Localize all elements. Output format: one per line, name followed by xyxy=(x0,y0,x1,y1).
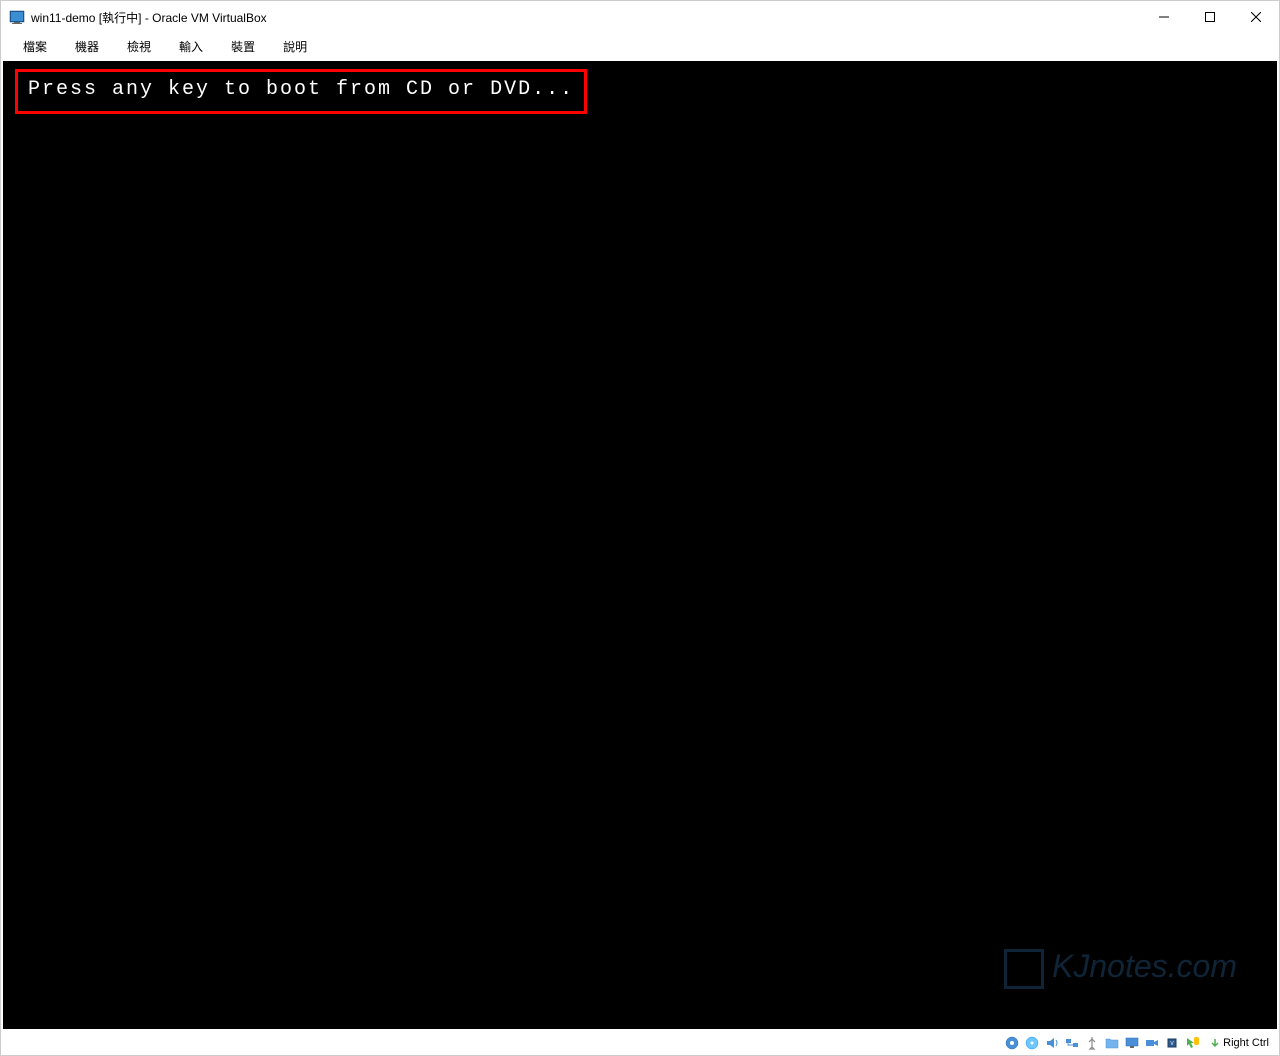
harddisk-icon[interactable] xyxy=(1003,1034,1021,1052)
close-button[interactable] xyxy=(1233,1,1279,33)
host-key-indicator[interactable]: Right Ctrl xyxy=(1203,1037,1275,1049)
maximize-button[interactable] xyxy=(1187,1,1233,33)
menu-view[interactable]: 檢視 xyxy=(113,34,165,59)
audio-icon[interactable] xyxy=(1043,1034,1061,1052)
boot-message: Press any key to boot from CD or DVD... xyxy=(28,78,574,101)
optical-disk-icon[interactable] xyxy=(1023,1034,1041,1052)
cpu-icon[interactable]: V xyxy=(1163,1034,1181,1052)
menu-help[interactable]: 說明 xyxy=(269,34,321,59)
mouse-integration-icon[interactable] xyxy=(1183,1034,1201,1052)
vm-display[interactable]: Press any key to boot from CD or DVD... … xyxy=(1,59,1279,1031)
host-key-label: Right Ctrl xyxy=(1223,1037,1269,1049)
watermark-text: KJnotes.com xyxy=(1052,948,1237,984)
window-controls xyxy=(1141,1,1279,33)
statusbar: V Right Ctrl xyxy=(1,1031,1279,1055)
menu-machine[interactable]: 機器 xyxy=(61,34,113,59)
menu-input[interactable]: 輸入 xyxy=(165,34,217,59)
recording-icon[interactable] xyxy=(1143,1034,1161,1052)
window-title: win11-demo [執行中] - Oracle VM VirtualBox xyxy=(31,9,1141,26)
shared-folders-icon[interactable] xyxy=(1103,1034,1121,1052)
menu-devices[interactable]: 裝置 xyxy=(217,34,269,59)
usb-icon[interactable] xyxy=(1083,1034,1101,1052)
watermark-icon xyxy=(1004,949,1044,989)
minimize-button[interactable] xyxy=(1141,1,1187,33)
virtualbox-window: win11-demo [執行中] - Oracle VM VirtualBox … xyxy=(0,0,1280,1056)
menu-file[interactable]: 檔案 xyxy=(9,34,61,59)
watermark: KJnotes.com xyxy=(1004,948,1237,989)
virtualbox-app-icon xyxy=(9,9,25,25)
arrow-down-icon xyxy=(1209,1037,1221,1049)
menubar: 檔案 機器 檢視 輸入 裝置 說明 xyxy=(1,33,1279,59)
display-icon[interactable] xyxy=(1123,1034,1141,1052)
boot-prompt-highlight: Press any key to boot from CD or DVD... xyxy=(15,69,587,114)
status-icons-group: V xyxy=(1003,1034,1201,1052)
network-icon[interactable] xyxy=(1063,1034,1081,1052)
titlebar[interactable]: win11-demo [執行中] - Oracle VM VirtualBox xyxy=(1,1,1279,33)
